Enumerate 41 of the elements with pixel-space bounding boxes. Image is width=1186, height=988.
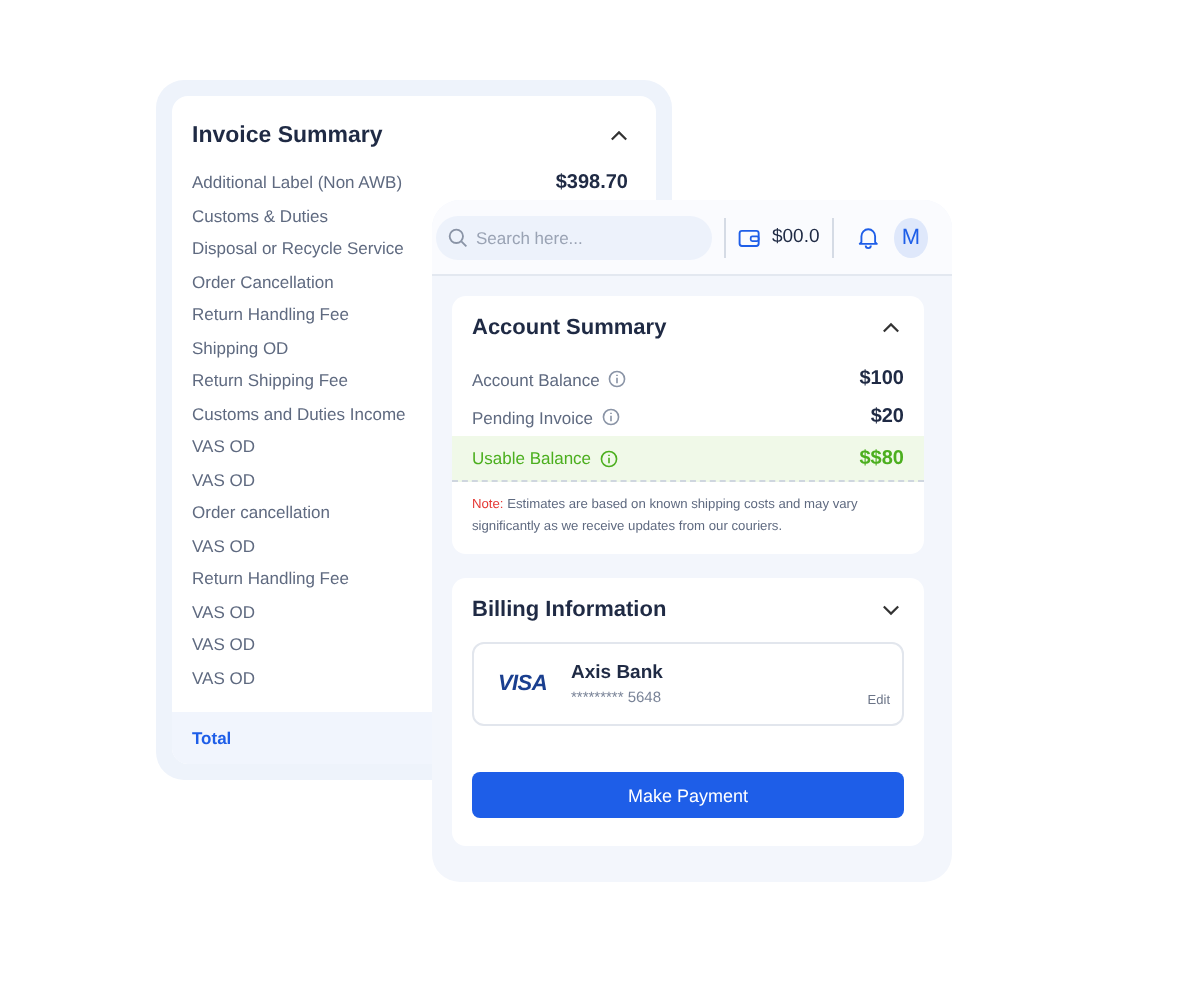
balance-value: $$80 bbox=[859, 447, 904, 469]
chevron-icon[interactable] bbox=[610, 130, 628, 142]
chevron-icon[interactable] bbox=[882, 322, 900, 334]
info-icon[interactable] bbox=[599, 449, 618, 467]
chevron-icon[interactable] bbox=[882, 604, 900, 616]
fee-label: Order cancellation bbox=[192, 502, 330, 523]
balance-label: Account Balance bbox=[472, 369, 600, 389]
section-title: Billing Information bbox=[472, 598, 667, 622]
fee-label: Customs and Duties Income bbox=[192, 403, 406, 424]
wallet-balance: $00.0 bbox=[771, 226, 820, 248]
info-icon[interactable] bbox=[607, 370, 626, 388]
avatar[interactable]: M bbox=[893, 217, 928, 257]
bell-icon[interactable] bbox=[857, 224, 878, 250]
fee-label: Disposal or Recycle Service bbox=[192, 238, 404, 259]
fee-label: Additional Label (Non AWB) bbox=[192, 172, 403, 193]
fee-label: VAS OD bbox=[192, 535, 255, 556]
search-field[interactable]: Search here... bbox=[436, 215, 712, 259]
wallet-icon[interactable] bbox=[737, 225, 760, 249]
balance-label: Pending Invoice bbox=[472, 407, 593, 427]
fee-label: Shipping OD bbox=[192, 337, 289, 358]
balance-label: Usable Balance bbox=[472, 448, 592, 468]
fee-amount: $398.70 bbox=[555, 171, 628, 194]
fee-label: Return Handling Fee bbox=[192, 568, 349, 589]
fee-label: VAS OD bbox=[192, 436, 255, 457]
balance-value: $20 bbox=[870, 406, 904, 428]
card-brand-logo: VISA bbox=[498, 672, 547, 696]
fee-label: VAS OD bbox=[192, 634, 255, 655]
info-icon[interactable] bbox=[601, 408, 619, 426]
balance-value: $100 bbox=[859, 368, 904, 390]
fee-label: VAS OD bbox=[192, 601, 255, 622]
fee-label: Return Handling Fee bbox=[192, 304, 349, 325]
fee-label: VAS OD bbox=[192, 667, 255, 688]
total-label: Total bbox=[192, 728, 232, 748]
make-payment-button[interactable]: Make Payment bbox=[472, 772, 904, 818]
bank-name: Axis Bank bbox=[570, 662, 663, 684]
fee-label: Customs & Duties bbox=[192, 205, 329, 226]
fee-label: Return Shipping Fee bbox=[192, 370, 348, 391]
fee-label: VAS OD bbox=[192, 469, 255, 490]
section-title: Account Summary bbox=[472, 316, 667, 340]
section-title: Invoice Summary bbox=[192, 124, 383, 148]
fee-label: Order Cancellation bbox=[192, 271, 334, 292]
